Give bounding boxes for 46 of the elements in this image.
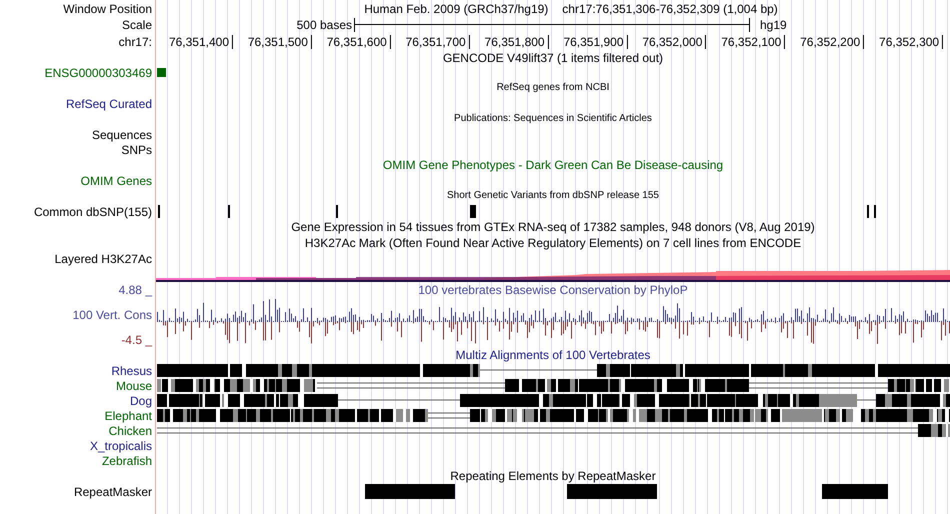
track-label[interactable]: Layered H3K27Ac xyxy=(54,252,152,266)
track-label[interactable]: Sequences xyxy=(92,128,152,142)
row-label: Window Position xyxy=(63,2,152,16)
track-title: Repeating Elements by RepeatMasker xyxy=(450,469,656,483)
track-title: 100 vertebrates Basewise Conservation by PhyloP xyxy=(418,283,688,297)
assembly-label: hg19 xyxy=(760,18,787,32)
track-label[interactable]: Chicken xyxy=(108,424,152,438)
track-title: Multiz Alignments of 100 Vertebrates xyxy=(456,348,650,362)
track-label[interactable]: Common dbSNP(155) xyxy=(34,204,152,218)
position-tick-label: 76,352,100 xyxy=(721,35,786,49)
row-label: Scale xyxy=(122,18,152,32)
position-tick-label: 76,351,700 xyxy=(406,35,470,49)
track-title: Gene Expression in 54 tissues from GTEx RNA-seq of 17382 samples, 948 donors (V8, Aug 2019) xyxy=(291,220,815,234)
position-tick-label: 76,351,600 xyxy=(326,35,391,49)
track-title: H3K27Ac Mark (Often Found Near Active Regulatory Elements) on 7 cell lines from ENCODE xyxy=(304,236,802,250)
position-tick-label: 76,351,400 xyxy=(168,35,233,49)
track-label[interactable]: Zebrafish xyxy=(102,454,152,468)
position-tick-label: 76,352,200 xyxy=(800,35,864,49)
track-label[interactable]: Mouse xyxy=(116,378,152,392)
position-tick-label: 76,352,300 xyxy=(879,35,944,49)
track-label[interactable]: OMIM Genes xyxy=(80,174,152,188)
track-title: RefSeq genes from NCBI xyxy=(496,81,610,95)
track-label[interactable]: X_tropicalis xyxy=(90,438,152,452)
scale-text: 500 bases xyxy=(296,18,352,32)
position-tick-label: 76,351,900 xyxy=(563,35,628,49)
track-label[interactable]: RepeatMasker xyxy=(74,485,152,499)
track-label[interactable]: SNPs xyxy=(121,142,152,156)
track-label[interactable]: Elephant xyxy=(104,408,152,422)
axis-min-label: -4.5 _ xyxy=(121,333,152,347)
track-label[interactable]: Rhesus xyxy=(111,364,152,378)
track-title: GENCODE V49lift37 (1 items filtered out) xyxy=(442,51,664,65)
axis-max-label: 4.88 _ xyxy=(118,283,152,297)
track-title: Publications: Sequences in Scientific Articles xyxy=(454,112,652,126)
position-tick-label: 76,351,800 xyxy=(484,35,549,49)
track-label[interactable]: RefSeq Curated xyxy=(66,96,152,110)
track-title: OMIM Gene Phenotypes - Dark Green Can Be Disease-causing xyxy=(382,158,724,172)
track-label[interactable]: 100 Vert. Cons xyxy=(72,308,152,322)
track-label[interactable]: Dog xyxy=(130,394,152,408)
gene-feature-icon[interactable] xyxy=(157,68,166,77)
assembly-title: Human Feb. 2009 (GRCh37/hg19) xyxy=(364,2,548,16)
position-title: chr17:76,351,306-76,352,309 (1,004 bp) xyxy=(562,2,778,16)
position-tick-label: 76,351,500 xyxy=(248,35,312,49)
row-label: chr17: xyxy=(118,34,152,48)
track-title: Short Genetic Variants from dbSNP release 155 xyxy=(447,189,659,203)
position-tick-label: 76,352,000 xyxy=(642,35,706,49)
track-label[interactable]: ENSG00000303469 xyxy=(44,66,152,80)
